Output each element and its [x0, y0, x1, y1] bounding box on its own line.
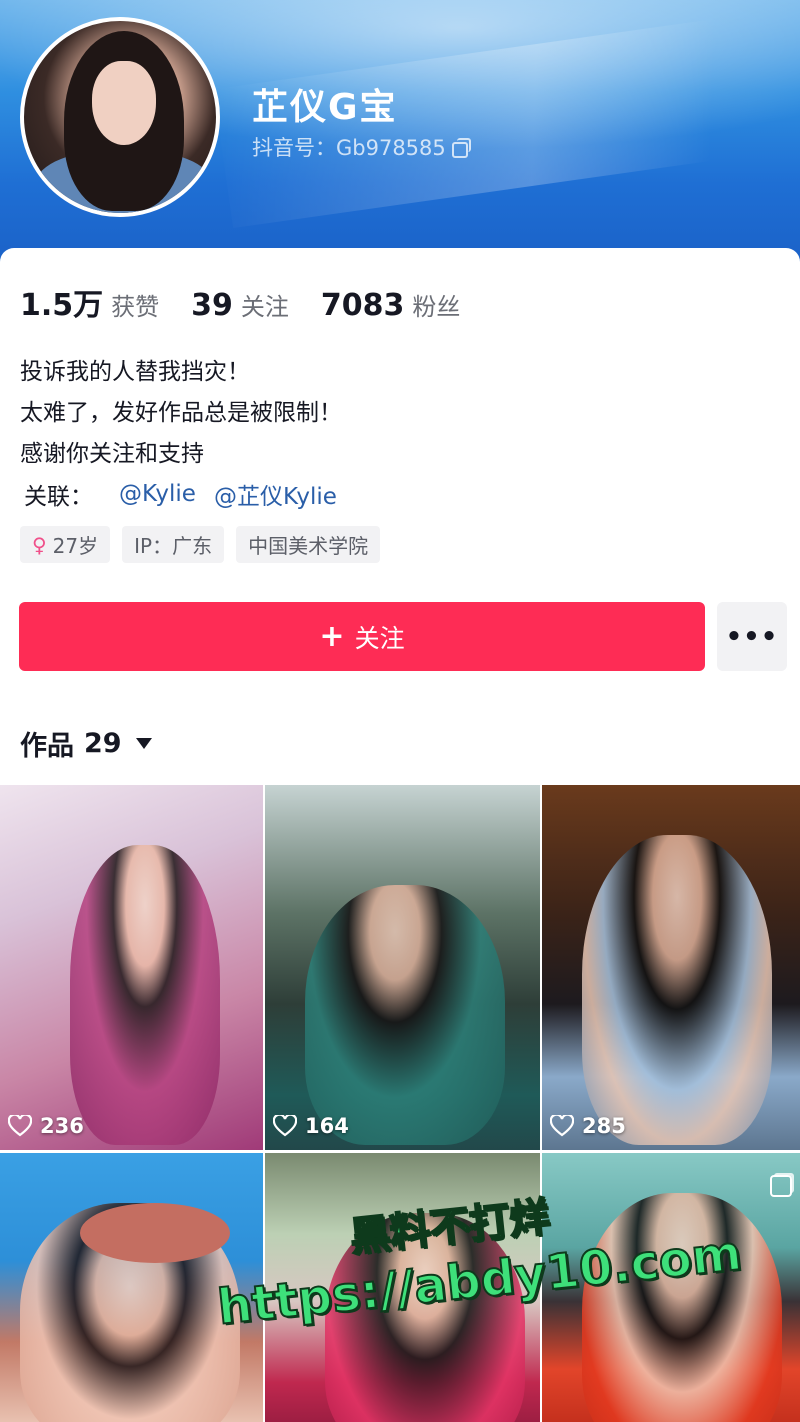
works-tab[interactable]: 作品 29	[20, 724, 152, 763]
related-accounts: 关联： @Kylie @芷仪Kylie	[24, 477, 337, 511]
post-thumbnail[interactable]: 236	[0, 785, 263, 1150]
heart-icon	[550, 1115, 574, 1137]
stat-followers-label: 粉丝	[412, 293, 461, 321]
post-photo	[70, 845, 220, 1145]
post-likes: 236	[8, 1114, 84, 1138]
post-photo	[582, 835, 772, 1145]
stat-following-value: 39	[191, 288, 233, 323]
post-likes: 285	[550, 1114, 626, 1138]
more-icon: •••	[725, 621, 779, 652]
post-thumbnail[interactable]: 164	[265, 785, 540, 1150]
profile-name: 芷仪G宝	[252, 87, 398, 128]
works-count: 29	[84, 728, 122, 759]
stat-following-label: 关注	[240, 293, 289, 321]
follow-button[interactable]: + 关注	[19, 602, 705, 671]
works-title-label: 作品	[20, 731, 74, 762]
bio-line: 投诉我的人替我挡灾！	[20, 359, 250, 385]
works-grid: 236 164 285	[0, 785, 800, 1422]
tag-age: ♀ 27岁	[20, 526, 111, 563]
avatar[interactable]	[20, 17, 220, 217]
post-photo	[305, 885, 505, 1145]
multi-image-icon	[770, 1175, 792, 1197]
related-label: 关联：	[24, 484, 93, 510]
tag-ip-text: IP：广东	[134, 534, 213, 558]
stat-followers[interactable]: 7083 粉丝	[321, 287, 461, 323]
related-link-kylie[interactable]: @Kylie	[119, 481, 196, 507]
female-icon: ♀	[32, 532, 47, 557]
tag-school[interactable]: 中国美术学院	[236, 526, 381, 563]
stat-following[interactable]: 39 关注	[191, 287, 289, 323]
plus-icon: +	[319, 618, 345, 654]
bio-line: 感谢你关注和支持	[20, 441, 204, 467]
post-likes-count: 164	[305, 1114, 349, 1138]
tag-ip: IP：广东	[122, 526, 225, 563]
stat-likes[interactable]: 1.5万 获赞	[20, 280, 159, 324]
heart-icon	[8, 1115, 32, 1137]
post-photo	[582, 1193, 782, 1422]
profile-stats: 1.5万 获赞 39 关注 7083 粉丝	[20, 280, 492, 324]
post-thumbnail[interactable]: 285	[542, 785, 800, 1150]
post-likes-count: 236	[40, 1114, 84, 1138]
follow-button-label: 关注	[354, 623, 405, 653]
stat-likes-label: 获赞	[111, 293, 160, 321]
post-photo-hat	[80, 1203, 230, 1263]
profile-tags: ♀ 27岁 IP：广东 中国美术学院	[20, 526, 381, 563]
more-button[interactable]: •••	[717, 602, 787, 671]
bio-line: 太难了，发好作品总是被限制！	[20, 400, 342, 426]
caret-down-icon	[135, 738, 152, 749]
douyin-id[interactable]: 抖音号：Gb978585	[252, 132, 471, 162]
tag-age-text: 27岁	[52, 534, 99, 558]
stat-followers-value: 7083	[320, 288, 405, 323]
copy-icon[interactable]	[451, 138, 471, 158]
profile-bio: 投诉我的人替我挡灾！ 太难了，发好作品总是被限制！ 感谢你关注和支持	[20, 352, 342, 475]
stat-likes-value: 1.5万	[20, 288, 104, 323]
post-likes: 164	[273, 1114, 349, 1138]
related-link-zhiyi-kylie[interactable]: @芷仪Kylie	[214, 477, 337, 511]
douyin-id-text: 抖音号：Gb978585	[252, 136, 446, 160]
heart-icon	[273, 1115, 297, 1137]
tag-school-text: 中国美术学院	[248, 534, 369, 558]
post-likes-count: 285	[582, 1114, 626, 1138]
avatar-face	[92, 61, 156, 145]
